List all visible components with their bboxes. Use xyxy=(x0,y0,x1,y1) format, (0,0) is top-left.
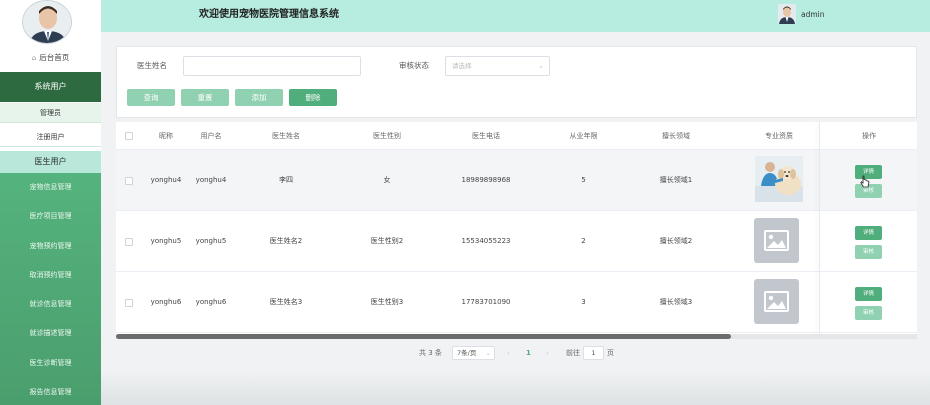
page-suffix: 页 xyxy=(607,349,614,357)
cell-doctor-name: 医生姓名3 xyxy=(269,298,303,306)
table-row[interactable]: yonghu6 yonghu6 医生姓名3 医生性别3 17783701090 … xyxy=(116,272,917,333)
sidebar-item-admin[interactable]: 管理员 xyxy=(0,103,101,123)
user-avatar[interactable] xyxy=(778,4,796,24)
home-label: 后台首页 xyxy=(39,53,70,62)
home-link[interactable]: ⌂ 后台首页 xyxy=(0,50,101,66)
cell-nickname: yonghu6 xyxy=(150,298,182,306)
row-checkbox[interactable] xyxy=(125,299,133,307)
nav-group-system-users[interactable]: 系统用户 xyxy=(0,72,101,102)
sidebar-item-medical-items[interactable]: 医疗项目管理 xyxy=(0,202,101,231)
sidebar: ⌂ 后台首页 系统用户 管理员 注册用户 医生用户 宠物信息管理 医疗项目管理 宠… xyxy=(0,0,101,405)
page-size-select[interactable]: 7条/页 ⌄ xyxy=(452,346,495,360)
doctor-name-label: 医生姓名 xyxy=(137,61,167,70)
cell-doctor-gender: 医生性别3 xyxy=(370,298,404,306)
cell-nickname: yonghu4 xyxy=(150,176,182,184)
detail-button[interactable]: 详情 xyxy=(855,287,882,301)
pagination-total: 共 3 条 xyxy=(419,349,442,357)
search-panel: 医生姓名 审核状态 请选择 ⌄ 查询 重置 添加 删除 xyxy=(116,46,917,118)
cell-years: 2 xyxy=(581,237,586,245)
cell-doctor-gender: 女 xyxy=(383,176,391,184)
table-header: 昵称 用户名 医生姓名 医生性别 医生电话 从业年限 擅长领域 专业资质 操作 xyxy=(116,122,917,150)
cell-field: 擅长领域1 xyxy=(659,176,693,184)
top-header: 欢迎使用宠物医院管理信息系统 admin xyxy=(101,0,930,32)
sidebar-item-pet-info[interactable]: 宠物信息管理 xyxy=(0,173,101,202)
sidebar-item-visit-info[interactable]: 就诊信息管理 xyxy=(0,290,101,319)
page-title: 欢迎使用宠物医院管理信息系统 xyxy=(199,9,339,20)
audit-status-placeholder: 请选择 xyxy=(452,62,472,70)
image-placeholder-icon[interactable] xyxy=(754,218,799,263)
sidebar-item-registered-users[interactable]: 注册用户 xyxy=(0,127,101,147)
home-icon: ⌂ xyxy=(31,54,37,62)
next-page-icon[interactable]: › xyxy=(546,346,549,360)
col-doctor-name: 医生姓名 xyxy=(272,132,300,140)
sidebar-item-visit-description[interactable]: 就诊描述管理 xyxy=(0,319,101,348)
col-doctor-phone: 医生电话 xyxy=(472,132,500,140)
cell-username: yonghu4 xyxy=(195,176,227,184)
cell-years: 5 xyxy=(581,176,586,184)
col-operations: 操作 xyxy=(862,132,876,140)
cell-doctor-name: 医生姓名2 xyxy=(269,237,303,245)
username-label[interactable]: admin xyxy=(801,0,825,30)
sidebar-menu: 宠物信息管理 医疗项目管理 宠物预约管理 取消预约管理 就诊信息管理 就诊描述管… xyxy=(0,173,101,405)
table-row[interactable]: yonghu5 yonghu5 医生姓名2 医生性别2 15534055223 … xyxy=(116,211,917,272)
col-nickname: 昵称 xyxy=(159,132,173,140)
mouse-cursor-icon xyxy=(860,175,870,190)
cell-field: 擅长领域2 xyxy=(659,237,693,245)
row-checkbox[interactable] xyxy=(125,238,133,246)
delete-button[interactable]: 删除 xyxy=(289,89,337,106)
col-field: 擅长领域 xyxy=(662,132,690,140)
cell-field: 擅长领域3 xyxy=(659,298,693,306)
detail-button[interactable]: 详情 xyxy=(855,226,882,240)
nav-group-doctor-users[interactable]: 医生用户 xyxy=(0,151,101,173)
bottom-fade xyxy=(101,370,930,405)
cell-username: yonghu5 xyxy=(195,237,227,245)
doctor-table: 昵称 用户名 医生姓名 医生性别 医生电话 从业年限 擅长领域 专业资质 操作 … xyxy=(116,122,917,338)
cell-doctor-phone: 17783701090 xyxy=(461,298,511,306)
sidebar-item-cancel-appointments[interactable]: 取消预约管理 xyxy=(0,261,101,290)
audit-button[interactable]: 审核 xyxy=(855,306,882,320)
audit-status-label: 审核状态 xyxy=(399,61,429,70)
cell-years: 3 xyxy=(581,298,586,306)
goto-label: 前往 xyxy=(566,349,580,357)
add-button[interactable]: 添加 xyxy=(235,89,283,106)
sidebar-item-diagnosis[interactable]: 医生诊断管理 xyxy=(0,349,101,378)
image-placeholder-icon[interactable] xyxy=(754,279,799,324)
cell-username: yonghu6 xyxy=(195,298,227,306)
goto-page-input[interactable]: 1 xyxy=(583,346,604,360)
page-size-value: 7条/页 xyxy=(457,349,477,357)
row-checkbox[interactable] xyxy=(125,177,133,185)
qualification-photo[interactable] xyxy=(755,156,803,202)
query-button[interactable]: 查询 xyxy=(127,89,175,106)
sidebar-item-pet-appointments[interactable]: 宠物预约管理 xyxy=(0,232,101,261)
fixed-column-divider xyxy=(819,122,820,338)
chevron-down-icon: ⌄ xyxy=(485,349,491,357)
prev-page-icon[interactable]: ‹ xyxy=(507,346,510,360)
col-doctor-gender: 医生性别 xyxy=(373,132,401,140)
col-qualification: 专业资质 xyxy=(765,132,793,140)
cell-doctor-phone: 15534055223 xyxy=(461,237,511,245)
reset-button[interactable]: 重置 xyxy=(181,89,229,106)
doctor-name-input[interactable] xyxy=(183,56,361,76)
cell-nickname: yonghu5 xyxy=(150,237,182,245)
cell-doctor-name: 李四 xyxy=(279,176,293,184)
table-row[interactable]: yonghu4 yonghu4 李四 女 18989898968 5 擅长领域1 xyxy=(116,150,917,211)
audit-button[interactable]: 审核 xyxy=(855,245,882,259)
cell-doctor-gender: 医生性别2 xyxy=(370,237,404,245)
chevron-down-icon: ⌄ xyxy=(538,62,544,70)
sidebar-item-report-info[interactable]: 报告信息管理 xyxy=(0,378,101,405)
select-all-checkbox[interactable] xyxy=(125,132,133,140)
col-username: 用户名 xyxy=(200,132,222,140)
audit-status-select[interactable]: 请选择 ⌄ xyxy=(445,56,550,76)
admin-avatar xyxy=(22,0,72,44)
col-years: 从业年限 xyxy=(569,132,598,140)
cell-doctor-phone: 18989898968 xyxy=(461,176,511,184)
horizontal-scrollbar[interactable] xyxy=(116,334,917,339)
scrollbar-thumb[interactable] xyxy=(116,334,731,339)
page-number-current[interactable]: 1 xyxy=(526,346,531,360)
